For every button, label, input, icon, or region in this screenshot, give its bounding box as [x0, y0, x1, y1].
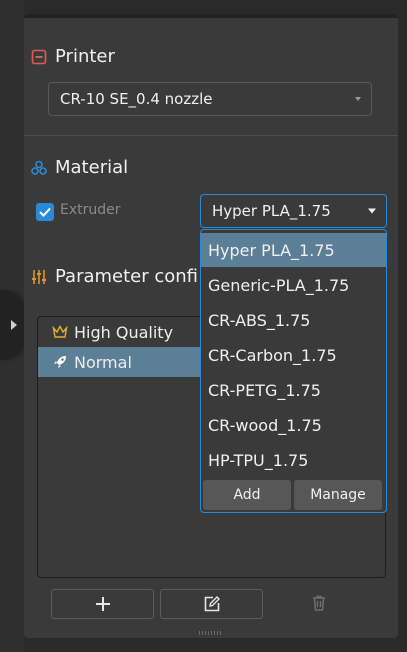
- section-divider: [24, 135, 398, 136]
- profile-item-high-quality[interactable]: High Quality: [38, 317, 218, 347]
- profile-item-label: High Quality: [74, 322, 174, 342]
- chevron-right-icon: [11, 320, 17, 330]
- edit-icon: [204, 596, 220, 612]
- sliders-icon: [32, 269, 46, 284]
- check-icon: [39, 207, 51, 217]
- material-option-hp-tpu[interactable]: HP-TPU_1.75: [201, 443, 386, 477]
- parameter-title: Parameter confi: [55, 266, 199, 287]
- material-option-cr-petg[interactable]: CR-PETG_1.75: [201, 373, 386, 407]
- edit-profile-button[interactable]: [160, 589, 263, 619]
- material-option-cr-abs[interactable]: CR-ABS_1.75: [201, 303, 386, 337]
- printer-icon: [31, 49, 47, 64]
- profile-item-label: Normal: [74, 352, 132, 372]
- add-profile-button[interactable]: [51, 589, 154, 619]
- material-icon: [31, 160, 47, 175]
- material-option-generic-pla[interactable]: Generic-PLA_1.75: [201, 268, 386, 302]
- manage-materials-button[interactable]: Manage: [294, 480, 382, 510]
- plus-icon: [95, 597, 110, 611]
- rocket-icon: [54, 356, 66, 368]
- printer-select-value: CR-10 SE_0.4 nozzle: [60, 90, 213, 108]
- parameter-section-title: Parameter confi: [31, 266, 198, 287]
- trash-icon: [313, 595, 325, 611]
- material-option-cr-wood[interactable]: CR-wood_1.75: [201, 408, 386, 442]
- material-section-title: Material: [31, 157, 128, 178]
- printer-section-title: Printer: [31, 46, 115, 67]
- delete-profile-button[interactable]: [310, 594, 328, 612]
- panel-top-edge: [24, 14, 398, 18]
- profile-item-normal[interactable]: Normal: [38, 347, 212, 377]
- printer-select[interactable]: CR-10 SE_0.4 nozzle: [48, 82, 372, 116]
- material-option-hyper-pla[interactable]: Hyper PLA_1.75: [201, 233, 386, 267]
- material-select-value: Hyper PLA_1.75: [212, 202, 331, 220]
- material-dropdown: Hyper PLA_1.75 Generic-PLA_1.75 CR-ABS_1…: [200, 229, 387, 513]
- crown-icon: [52, 325, 68, 338]
- chevron-down-icon: [368, 208, 376, 214]
- extruder-checkbox[interactable]: [36, 203, 54, 221]
- resize-grip[interactable]: [199, 631, 223, 635]
- printer-title: Printer: [55, 46, 115, 67]
- extruder-label: Extruder: [60, 202, 121, 218]
- material-option-cr-carbon[interactable]: CR-Carbon_1.75: [201, 338, 386, 372]
- chevron-down-icon: [355, 97, 361, 101]
- add-material-button[interactable]: Add: [203, 480, 291, 510]
- material-title: Material: [55, 157, 129, 178]
- material-select[interactable]: Hyper PLA_1.75: [200, 194, 387, 228]
